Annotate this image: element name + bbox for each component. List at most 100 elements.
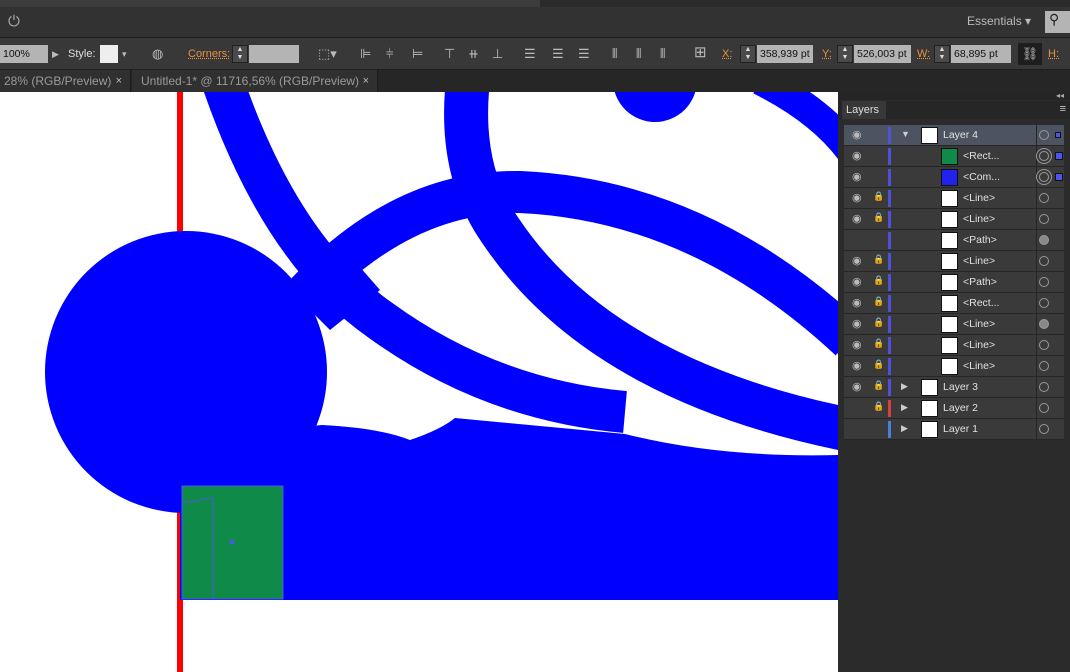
eye-icon[interactable]: ◉ [852, 317, 862, 330]
target-icon[interactable] [1039, 214, 1049, 224]
selection-indicator[interactable] [1055, 132, 1061, 138]
selection-indicator[interactable] [1055, 173, 1063, 181]
tab-document-2[interactable]: Untitled-1* @ 11716,56% (RGB/Preview) × [132, 70, 378, 92]
recolor-icon[interactable]: ◍ [152, 45, 163, 63]
lock-icon[interactable]: 🔒 [873, 338, 884, 349]
layer-item[interactable]: ◉ <Rect... [844, 146, 1064, 167]
target-icon[interactable] [1039, 403, 1049, 413]
eye-icon[interactable]: ◉ [852, 338, 862, 351]
lock-icon[interactable]: 🔒 [873, 296, 884, 307]
target-icon[interactable] [1039, 256, 1049, 266]
layer-item[interactable]: ◉ 🔒 <Rect... [844, 293, 1064, 314]
layer-item[interactable]: ◉ <Com... [844, 167, 1064, 188]
artboard-canvas[interactable] [0, 92, 838, 672]
link-proportions-icon[interactable]: ⛓ [1018, 43, 1042, 65]
collapse-panel-icon[interactable]: ◂◂ [838, 92, 1070, 100]
eye-icon[interactable]: ◉ [852, 170, 862, 183]
layer-row[interactable]: ◉ 🔒 ▶ Layer 3 [844, 377, 1064, 398]
layer-item[interactable]: ◉ 🔒 <Line> [844, 335, 1064, 356]
align-top-icon[interactable]: ⊤ [444, 45, 455, 63]
target-icon[interactable] [1039, 424, 1049, 434]
lock-icon[interactable]: 🔒 [873, 401, 884, 412]
y-stepper[interactable]: ▲ ▼ [837, 45, 853, 63]
close-icon[interactable]: × [363, 70, 369, 92]
align-hcenter-icon[interactable]: ⫩ [386, 45, 393, 63]
lock-icon[interactable]: 🔒 [873, 191, 884, 202]
expand-toggle-icon[interactable]: ▶ [901, 381, 908, 392]
distribute-left-icon[interactable]: ⫴ [612, 45, 617, 63]
align-right-icon[interactable]: ⊨ [412, 45, 423, 63]
target-icon[interactable] [1039, 340, 1049, 350]
eye-icon[interactable]: ◉ [852, 275, 862, 288]
target-icon[interactable] [1039, 277, 1049, 287]
layer-item[interactable]: ◉ 🔒 <Line> [844, 188, 1064, 209]
eye-icon[interactable]: ◉ [852, 296, 862, 309]
app-power-icon[interactable]: ⏻ [8, 13, 20, 30]
corners-stepper[interactable]: ▲ ▼ [232, 45, 248, 63]
lock-icon[interactable]: 🔒 [873, 254, 884, 265]
x-stepper[interactable]: ▲ ▼ [740, 45, 756, 63]
workspace-switcher[interactable]: Essentials ▾ [967, 14, 1031, 28]
distribute-top-icon[interactable]: ☰ [524, 45, 536, 63]
layer-row[interactable]: ◉ ▼ Layer 4 [844, 125, 1064, 146]
eye-icon[interactable]: ◉ [852, 380, 862, 393]
w-field[interactable]: 68,895 pt [951, 45, 1011, 63]
y-field[interactable]: 526,003 pt [854, 45, 911, 63]
target-icon[interactable] [1039, 382, 1049, 392]
lock-icon[interactable]: 🔒 [873, 317, 884, 328]
eye-icon[interactable]: ◉ [852, 254, 862, 267]
corners-field[interactable] [249, 45, 299, 63]
target-icon[interactable] [1039, 361, 1049, 371]
reference-point-icon[interactable]: ⊞ [694, 44, 707, 62]
target-icon[interactable] [1039, 235, 1049, 245]
eye-icon[interactable]: ◉ [852, 212, 862, 225]
target-icon[interactable] [1039, 151, 1049, 161]
layer-color-bar [888, 148, 891, 165]
layer-item[interactable]: ◉ 🔒 <Line> [844, 251, 1064, 272]
distribute-right-icon[interactable]: ⫴ [660, 45, 665, 63]
layer-item[interactable]: ◉ 🔒 <Line> [844, 314, 1064, 335]
layer-item[interactable]: ◉ 🔒 <Path> [844, 272, 1064, 293]
style-dropdown-icon[interactable]: ▾ [122, 45, 127, 63]
align-left-icon[interactable]: ⊫ [360, 45, 371, 63]
target-icon[interactable] [1039, 319, 1049, 329]
lock-icon[interactable]: 🔒 [873, 380, 884, 391]
eye-icon[interactable]: ◉ [852, 359, 862, 372]
opacity-arrow-icon[interactable]: ▶ [52, 45, 59, 63]
layer-item[interactable]: ◉ 🔒 <Line> [844, 209, 1064, 230]
lock-icon[interactable]: 🔒 [873, 359, 884, 370]
expand-toggle-icon[interactable]: ▼ [901, 129, 910, 139]
layers-tab[interactable]: Layers [842, 101, 886, 119]
opacity-field[interactable]: 100% [0, 45, 48, 63]
search-icon[interactable]: ⚲ [1045, 11, 1070, 33]
lock-icon[interactable]: 🔒 [873, 212, 884, 223]
distribute-bottom-icon[interactable]: ☰ [578, 45, 590, 63]
align-to-icon[interactable]: ⬚▾ [318, 45, 337, 63]
x-field[interactable]: 358,939 pt [757, 45, 813, 63]
layer-row[interactable]: 🔒 ▶ Layer 2 [844, 398, 1064, 419]
target-icon[interactable] [1039, 298, 1049, 308]
lock-icon[interactable]: 🔒 [873, 275, 884, 286]
target-icon[interactable] [1039, 130, 1049, 140]
align-bottom-icon[interactable]: ⊥ [492, 45, 503, 63]
eye-icon[interactable]: ◉ [852, 149, 862, 162]
distribute-vcenter-icon[interactable]: ☰ [552, 45, 564, 63]
target-icon[interactable] [1039, 193, 1049, 203]
distribute-hcenter-icon[interactable]: ⫴ [636, 45, 641, 63]
expand-toggle-icon[interactable]: ▶ [901, 423, 908, 434]
layer-row[interactable]: ▶ Layer 1 [844, 419, 1064, 440]
corners-label[interactable]: Corners: [188, 45, 230, 63]
layer-item[interactable]: ◉ 🔒 <Line> [844, 356, 1064, 377]
w-stepper[interactable]: ▲ ▼ [934, 45, 950, 63]
eye-icon[interactable]: ◉ [852, 191, 862, 204]
align-vcenter-icon[interactable]: ⧺ [468, 45, 479, 63]
layer-item[interactable]: <Path> [844, 230, 1064, 251]
style-swatch[interactable] [100, 45, 118, 63]
panel-menu-icon[interactable]: ≡ [1060, 103, 1066, 115]
eye-icon[interactable]: ◉ [852, 128, 862, 141]
expand-toggle-icon[interactable]: ▶ [901, 402, 908, 413]
tab-document-1[interactable]: 28% (RGB/Preview) × [0, 70, 131, 92]
close-icon[interactable]: × [116, 70, 122, 92]
selection-indicator[interactable] [1055, 152, 1063, 160]
target-icon[interactable] [1039, 172, 1049, 182]
